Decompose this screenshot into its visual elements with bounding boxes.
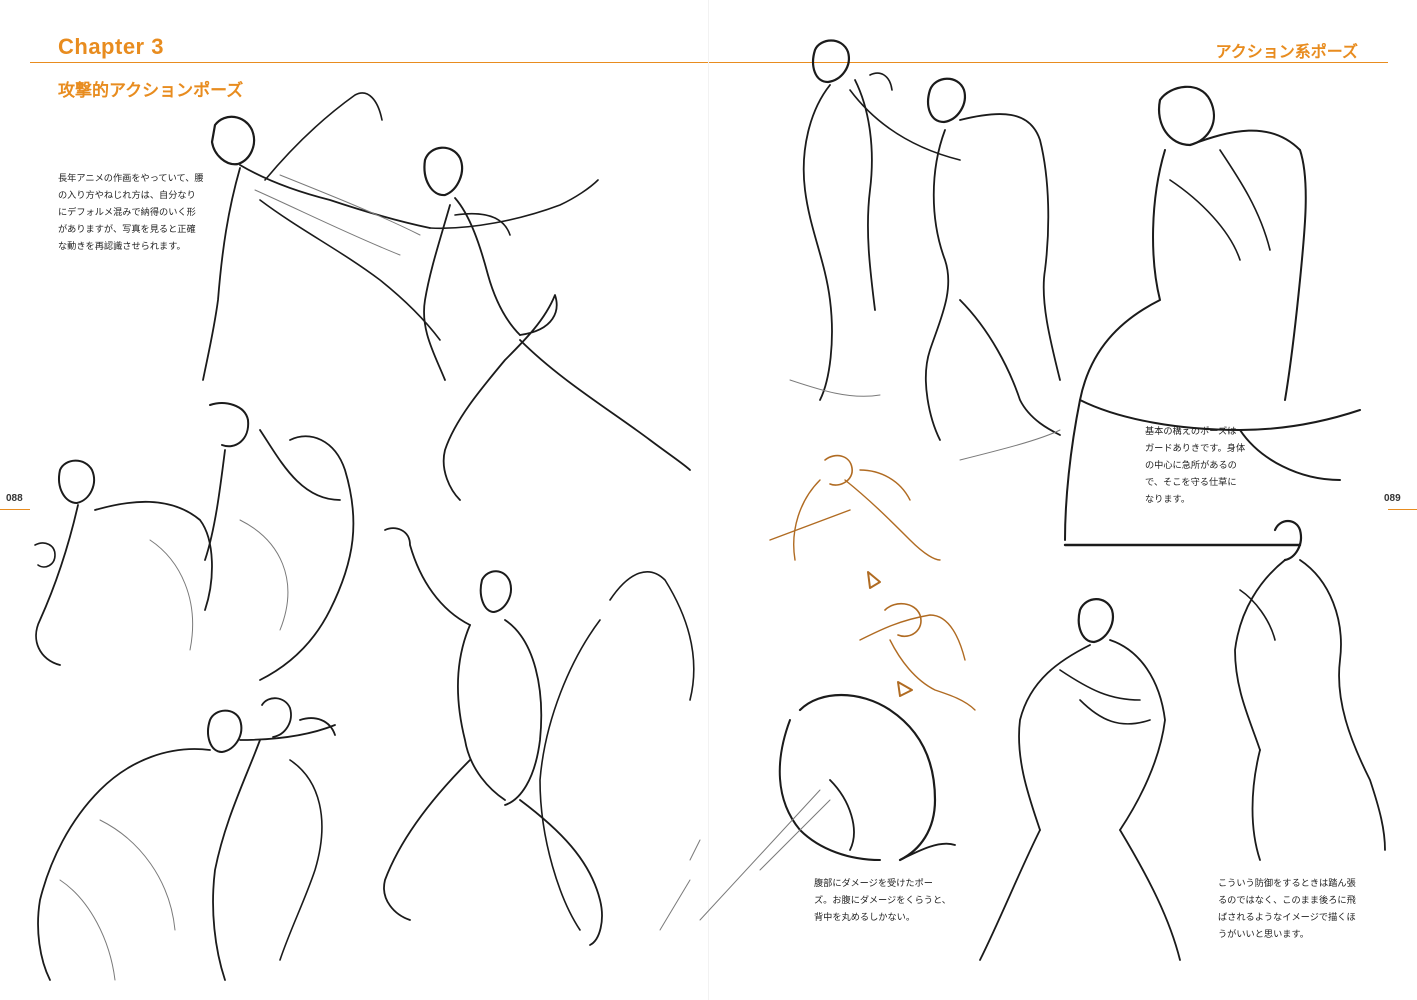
sketch-clinch-figures [37, 697, 336, 981]
sketch-sepia-sequence [769, 454, 976, 711]
sketch-kicking-figure [202, 92, 599, 381]
sketch-stance-figures [789, 39, 1061, 461]
gesture-sketches [34, 39, 1386, 981]
sketch-uppercut-figure [383, 527, 701, 946]
sketch-hunched-figure [699, 694, 956, 921]
sketch-guard-figures [34, 402, 355, 681]
sketch-punching-figure [423, 146, 691, 501]
sketch-blocking-figures [979, 519, 1386, 961]
sketch-kneeling-figure [1063, 85, 1361, 547]
